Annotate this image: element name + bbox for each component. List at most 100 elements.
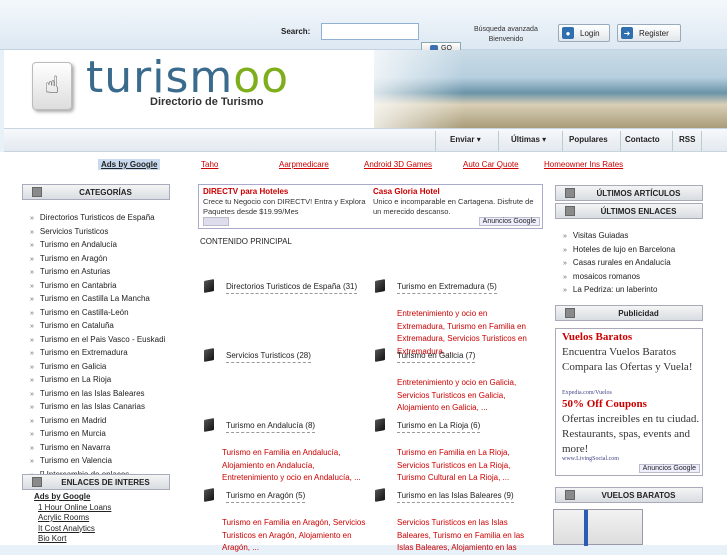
recent-link[interactable]: Casas rurales en Andalucía [563, 257, 675, 271]
hand-cursor-icon[interactable]: ☝ [32, 62, 72, 110]
site-header: ☝ turismoo Directorio de Turismo [4, 50, 727, 128]
vuelos-widget[interactable] [553, 509, 643, 546]
nav-ultimas[interactable]: Últimas ▾ [511, 135, 546, 144]
folder-icon [375, 488, 385, 502]
pub-ad1-title[interactable]: Vuelos Baratos [562, 331, 632, 343]
enlaces-interes-title: ENLACES DE INTERES [61, 477, 150, 487]
directory-title[interactable]: Turismo en Aragón (5) [226, 491, 306, 503]
ad-link[interactable]: Taho [201, 160, 218, 169]
pub-ad1-url[interactable]: Expedia.com/Vuelos [562, 390, 612, 396]
category-item[interactable]: Turismo en Castilla-León [30, 307, 165, 321]
directory-title[interactable]: Turismo en Extremadura (5) [397, 282, 497, 294]
category-item[interactable]: Turismo en Cantabria [30, 280, 165, 294]
anuncios-google-badge[interactable]: Anuncios Google [478, 217, 540, 226]
recent-link[interactable]: Hoteles de lujo en Barcelona [563, 244, 675, 258]
ultimos-articulos-header: ÚLTIMOS ARTÍCULOS [555, 185, 703, 201]
enlaces-interes-list: Ads by Google 1 Hour Online Loans Acryli… [34, 492, 111, 545]
publicidad-ad-box: Vuelos Baratos Encuentra Vuelos Baratos … [555, 328, 703, 476]
enlaces-interes-header: ENLACES DE INTERES [22, 474, 170, 490]
category-item[interactable]: Turismo en Galicia [30, 361, 165, 375]
category-item[interactable]: Turismo en las Islas Canarias [30, 401, 165, 415]
category-item[interactable]: Turismo en Valencia [30, 455, 165, 469]
interest-link[interactable]: 1 Hour Online Loans [38, 503, 111, 514]
directory-title[interactable]: Turismo en La Rioja (6) [397, 421, 481, 433]
login-button[interactable]: ● Login [558, 24, 610, 42]
category-item[interactable]: Turismo en Extremadura [30, 347, 165, 361]
ad2-description: Unico e incomparable en Cartagena. Disfr… [373, 197, 534, 216]
ad2-title[interactable]: Casa Gloria Hotel [373, 187, 440, 196]
category-item[interactable]: Turismo en las Islas Baleares [30, 388, 165, 402]
nav-separator [562, 131, 563, 151]
directory-title[interactable]: Directorios Turisticos de España (31) [226, 282, 358, 294]
top-bar: Search: GO Búsqueda avanzada Bienvenido … [0, 0, 727, 55]
user-links: Búsqueda avanzada Bienvenido [474, 25, 538, 45]
search-input[interactable] [321, 23, 419, 40]
publicidad-title: Publicidad [618, 308, 659, 318]
nav-populares[interactable]: Populares [569, 135, 608, 144]
directory-title[interactable]: Turismo en Andalucía (8) [226, 421, 316, 433]
category-item[interactable]: Directorios Turisticos de España [30, 212, 165, 226]
category-item[interactable]: Turismo en Navarra [30, 442, 165, 456]
nav-separator [620, 131, 621, 151]
directory-sublinks[interactable]: Entretenimiento y ocio en Galicia, Servi… [397, 377, 537, 415]
interest-link[interactable]: Bio Kort [38, 534, 111, 545]
directory-title[interactable]: Servicios Turisticos (28) [226, 351, 311, 363]
category-item[interactable]: Servicios Turisticos [30, 226, 165, 240]
box-arrow-icon [32, 477, 42, 487]
box-arrow-icon [32, 187, 42, 197]
welcome-text: Bienvenido [488, 36, 524, 43]
category-item[interactable]: Turismo en Asturias [30, 266, 165, 280]
directory-sublinks[interactable]: Servicios Turisticos en las Islas Balear… [397, 517, 537, 555]
nav-rss[interactable]: RSS [679, 135, 695, 144]
nav-separator [498, 131, 499, 151]
nav-contacto[interactable]: Contacto [625, 135, 660, 144]
folder-icon [375, 279, 385, 293]
category-item[interactable]: Turismo en Aragón [30, 253, 165, 267]
advanced-search-link[interactable]: Búsqueda avanzada [474, 25, 538, 35]
box-arrow-icon [565, 490, 575, 500]
folder-icon [375, 418, 385, 432]
categorias-title: CATEGORÍAS [79, 187, 132, 197]
folder-icon [375, 348, 385, 362]
google-ads-box: DIRECTV para Hoteles Crece tu Negocio co… [198, 184, 543, 229]
directory-sublinks[interactable]: Turismo en Familia en Andalucía, Alojami… [222, 447, 372, 485]
vuelos-baratos-title: VUELOS BARATOS [601, 490, 676, 500]
recent-link[interactable]: La Pedriza: un laberinto [563, 284, 675, 298]
pub-ad2-title[interactable]: 50% Off Coupons [562, 398, 647, 410]
category-item[interactable]: Turismo en Madrid [30, 415, 165, 429]
ad1-title[interactable]: DIRECTV para Hoteles [203, 187, 288, 196]
directory-sublinks[interactable]: Turismo en Familia en Aragón, Servicios … [222, 517, 372, 555]
ad-link[interactable]: Homeowner Ins Rates [544, 160, 623, 169]
nav-separator [672, 131, 673, 151]
ads-by-google-link[interactable]: Ads by Google [34, 492, 111, 503]
directory-title[interactable]: Turismo en las Islas Baleares (9) [397, 491, 514, 503]
pub-ad2-url[interactable]: www.LivingSocial.com [562, 456, 619, 462]
ads-by-google-label[interactable]: Ads by Google [98, 159, 161, 170]
interest-link[interactable]: It Cost Analytics [38, 524, 111, 535]
register-icon: ➜ [621, 27, 633, 39]
category-item[interactable]: Turismo en Andalucía [30, 239, 165, 253]
nav-separator [435, 131, 436, 151]
register-button[interactable]: ➜ Register [617, 24, 681, 42]
nav-enviar[interactable]: Enviar ▾ [450, 135, 481, 144]
ad-nav-arrows[interactable] [203, 217, 229, 226]
recent-link[interactable]: Visitas Guiadas [563, 230, 675, 244]
nav-enviar-label: Enviar [450, 135, 475, 144]
category-item[interactable]: Turismo en Cataluña [30, 320, 165, 334]
folder-icon [204, 488, 214, 502]
anuncios-google-badge[interactable]: Anuncios Google [638, 464, 700, 473]
directory-title[interactable]: Turismo en Galicia (7) [397, 351, 476, 363]
ad-link[interactable]: Aarpmedicare [279, 160, 329, 169]
ad-link[interactable]: Auto Car Quote [463, 160, 519, 169]
category-item[interactable]: Turismo en La Rioja [30, 374, 165, 388]
category-item[interactable]: Turismo en Murcia [30, 428, 165, 442]
nav-bar: Enviar ▾ Últimas ▾ Populares Contacto RS… [4, 128, 727, 152]
ad-link[interactable]: Android 3D Games [364, 160, 432, 169]
recent-link[interactable]: mosaicos romanos [563, 271, 675, 285]
category-item[interactable]: Turismo en Castilla La Mancha [30, 293, 165, 307]
ultimos-enlaces-list: Visitas Guiadas Hoteles de lujo en Barce… [563, 230, 675, 298]
box-arrow-icon [565, 188, 575, 198]
directory-sublinks[interactable]: Turismo en Familia en La Rioja, Servicio… [397, 447, 537, 485]
interest-link[interactable]: Acrylic Rooms [38, 513, 111, 524]
category-item[interactable]: Turismo en el Pais Vasco - Euskadi [30, 334, 165, 348]
